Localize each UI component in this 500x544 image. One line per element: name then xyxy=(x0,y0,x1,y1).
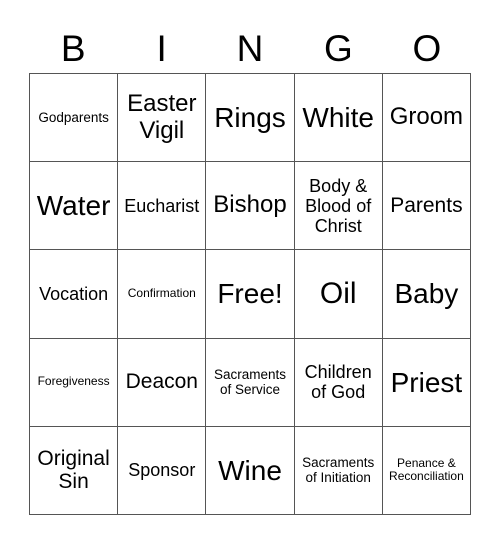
cell-text: Sacraments of Initiation xyxy=(302,455,375,486)
bingo-cell[interactable]: Original Sin xyxy=(30,426,119,515)
bingo-cell[interactable]: Easter Vigil xyxy=(118,74,207,163)
cell-text: Vocation xyxy=(39,283,109,304)
bingo-cell[interactable]: Confirmation xyxy=(118,250,207,339)
header-letter-b: B xyxy=(60,28,86,69)
bingo-header: B I N G O xyxy=(29,24,471,74)
cell-text: Confirmation xyxy=(127,286,196,301)
bingo-cell[interactable]: Parents xyxy=(382,162,471,251)
free-space-text: Free! xyxy=(217,278,283,310)
bingo-cell[interactable]: Bishop xyxy=(206,162,295,251)
bingo-cell[interactable]: Priest xyxy=(382,338,471,427)
bingo-cell[interactable]: Godparents xyxy=(30,74,119,163)
header-letter-i: I xyxy=(156,28,167,69)
header-letter-g: G xyxy=(324,28,353,69)
cell-text: Deacon xyxy=(125,370,198,394)
cell-text: Groom xyxy=(389,103,464,131)
cell-text: Eucharist xyxy=(124,195,200,216)
cell-text: Easter Vigil xyxy=(127,89,197,144)
bingo-cell[interactable]: White xyxy=(294,74,383,163)
bingo-cell[interactable]: Sacraments of Initiation xyxy=(294,426,383,515)
bingo-cell[interactable]: Body & Blood of Christ xyxy=(294,162,383,251)
cell-text: Children of God xyxy=(304,362,372,403)
cell-text: Sacraments of Service xyxy=(213,367,286,398)
cell-text: Original Sin xyxy=(37,446,110,494)
cell-text: Penance & Reconciliation xyxy=(389,455,464,484)
bingo-cell[interactable]: Rings xyxy=(206,74,295,163)
cell-text: Bishop xyxy=(213,191,287,219)
bingo-cell[interactable]: Eucharist xyxy=(118,162,207,251)
header-letter-o: O xyxy=(412,28,442,69)
header-letter-n: N xyxy=(236,28,264,69)
cell-text: Body & Blood of Christ xyxy=(305,175,372,236)
bingo-cell[interactable]: Wine xyxy=(206,426,295,515)
bingo-cell[interactable]: Groom xyxy=(382,74,471,163)
bingo-cell[interactable]: Oil xyxy=(294,250,383,339)
bingo-cell[interactable]: Sacraments of Service xyxy=(206,338,295,427)
cell-text: Oil xyxy=(319,277,357,311)
cell-text: Priest xyxy=(390,366,463,398)
bingo-grid: Godparents Easter Vigil Rings White Groo… xyxy=(29,73,471,515)
bingo-cell[interactable]: Deacon xyxy=(118,338,207,427)
bingo-cell[interactable]: Sponsor xyxy=(118,426,207,515)
cell-text: Foregiveness xyxy=(37,374,110,389)
cell-text: White xyxy=(302,101,374,133)
bingo-cell[interactable]: Foregiveness xyxy=(30,338,119,427)
cell-text: Godparents xyxy=(38,110,109,126)
cell-text: Parents xyxy=(390,194,463,218)
cell-text: Sponsor xyxy=(128,460,196,481)
cell-text: Water xyxy=(36,190,111,222)
bingo-cell[interactable]: Water xyxy=(30,162,119,251)
cell-text: Rings xyxy=(214,101,286,133)
bingo-cell[interactable]: Children of God xyxy=(294,338,383,427)
bingo-cell[interactable]: Penance & Reconciliation xyxy=(382,426,471,515)
bingo-cell[interactable]: Baby xyxy=(382,250,471,339)
free-space-cell[interactable]: Free! xyxy=(206,250,295,339)
cell-text: Baby xyxy=(394,278,459,310)
bingo-cell[interactable]: Vocation xyxy=(30,250,119,339)
cell-text: Wine xyxy=(218,454,282,486)
